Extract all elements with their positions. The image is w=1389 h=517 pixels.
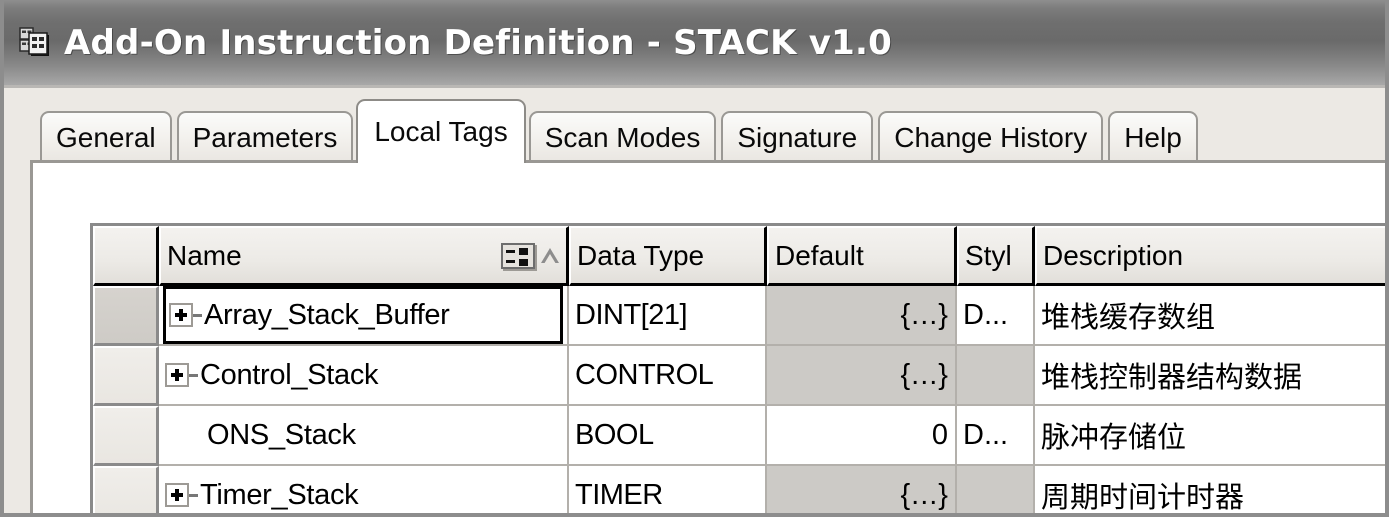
column-header-default[interactable]: Default [767, 226, 957, 286]
default-value: {...} [900, 298, 949, 331]
cell-name[interactable]: Timer_Stack [159, 466, 569, 513]
cell-data-type[interactable]: TIMER [569, 466, 767, 513]
cell-data-type[interactable]: BOOL [569, 406, 767, 466]
name-cell-content: Control_Stack [165, 346, 561, 404]
tab-label: Change History [894, 122, 1088, 153]
description-value: 脉冲存储位 [1041, 420, 1187, 454]
cell-description[interactable]: 堆栈缓存数组 [1035, 286, 1385, 346]
table-row[interactable]: Timer_Stack TIMER {...} 周期时间计时器 [93, 466, 1385, 514]
cell-default[interactable]: {...} [767, 346, 957, 406]
tree-dash-icon [189, 493, 198, 497]
sort-ascending-icon[interactable] [540, 245, 560, 267]
tab-label: General [56, 122, 156, 153]
table-row[interactable]: Control_Stack CONTROL {...} 堆栈控制器结构数据 [93, 346, 1385, 406]
description-value: 堆栈缓存数组 [1041, 300, 1216, 334]
tag-name: Control_Stack [200, 358, 379, 391]
cell-name[interactable]: Control_Stack [159, 346, 569, 406]
default-value: 0 [931, 418, 949, 451]
tab-change-history[interactable]: Change History [878, 111, 1104, 163]
data-type-value: CONTROL [575, 358, 714, 391]
expand-plus-icon[interactable] [169, 303, 193, 327]
cell-default[interactable]: {...} [767, 466, 957, 513]
cell-default[interactable]: 0 [767, 406, 957, 466]
expand-plus-icon[interactable] [165, 363, 189, 387]
local-tags-panel: Name Data Type Default Styl Description … [30, 160, 1385, 514]
description-value: 堆栈控制器结构数据 [1041, 360, 1303, 394]
cell-data-type[interactable]: CONTROL [569, 346, 767, 406]
window-title: Add-On Instruction Definition - STACK v1… [64, 22, 892, 63]
group-columns-icon[interactable] [501, 242, 535, 269]
row-selector-button[interactable] [93, 286, 159, 346]
cell-data-type[interactable]: DINT[21] [569, 286, 767, 346]
style-value: D... [963, 298, 1009, 331]
tree-dash-icon [193, 313, 202, 317]
grid-header-row: Name Data Type Default Styl Description [93, 226, 1385, 286]
table-row[interactable]: ONS_Stack BOOL 0 D... 脉冲存储位 [93, 406, 1385, 466]
tab-label: Help [1124, 122, 1182, 153]
name-header-icons [501, 242, 560, 269]
tab-signature[interactable]: Signature [721, 111, 874, 163]
data-type-value: TIMER [575, 478, 663, 511]
tag-name: ONS_Stack [207, 418, 356, 451]
tab-label: Signature [737, 122, 858, 153]
tab-parameters[interactable]: Parameters [176, 111, 354, 163]
style-value: D... [963, 418, 1009, 451]
tab-local-tags[interactable]: Local Tags [356, 99, 526, 163]
cell-default[interactable]: {...} [767, 286, 957, 346]
window-titlebar: Add-On Instruction Definition - STACK v1… [4, 0, 1385, 88]
data-type-value: DINT[21] [575, 298, 688, 331]
tab-help[interactable]: Help [1108, 111, 1198, 163]
column-header-style[interactable]: Styl [957, 226, 1035, 286]
cell-description[interactable]: 脉冲存储位 [1035, 406, 1385, 466]
column-header-name[interactable]: Name [159, 226, 569, 286]
cell-style[interactable] [957, 346, 1035, 406]
column-header-label: Name [167, 239, 242, 271]
tab-strip: General Parameters Local Tags Scan Modes… [8, 91, 1385, 163]
cell-name[interactable]: ONS_Stack [159, 406, 569, 466]
cell-description[interactable]: 周期时间计时器 [1035, 466, 1385, 514]
cell-name[interactable]: Array_Stack_Buffer [159, 286, 569, 346]
tag-name: Array_Stack_Buffer [204, 298, 450, 331]
tab-label: Scan Modes [544, 122, 701, 153]
default-value: {...} [900, 478, 949, 511]
local-tags-grid: Name Data Type Default Styl Description … [90, 223, 1385, 514]
expand-plus-icon[interactable] [165, 483, 189, 507]
column-header-label: Styl [965, 239, 1012, 271]
tag-name: Timer_Stack [200, 478, 359, 511]
table-row[interactable]: Array_Stack_Buffer DINT[21] {...} D... 堆… [93, 286, 1385, 346]
name-cell-content: ONS_Stack [165, 406, 561, 464]
row-selector-button[interactable] [93, 406, 159, 466]
column-header-label: Data Type [577, 239, 705, 271]
data-type-value: BOOL [575, 418, 654, 451]
tab-label: Local Tags [374, 116, 508, 147]
tab-scan-modes[interactable]: Scan Modes [528, 111, 717, 163]
tab-label: Parameters [192, 122, 338, 153]
row-selector-button[interactable] [93, 466, 159, 513]
default-value: {...} [900, 358, 949, 391]
cell-style[interactable]: D... [957, 286, 1035, 346]
tree-dash-icon [189, 373, 198, 377]
add-on-instruction-definition-window: Add-On Instruction Definition - STACK v1… [0, 0, 1389, 517]
column-header-selector[interactable] [93, 226, 159, 286]
name-cell-content: Timer_Stack [165, 466, 561, 513]
description-value: 周期时间计时器 [1041, 480, 1245, 514]
cell-description[interactable]: 堆栈控制器结构数据 [1035, 346, 1385, 406]
add-on-instruction-icon [18, 26, 52, 60]
cell-style[interactable] [957, 466, 1035, 513]
tab-general[interactable]: General [40, 111, 172, 163]
column-header-label: Description [1043, 239, 1184, 271]
column-header-data-type[interactable]: Data Type [569, 226, 767, 286]
cell-style[interactable]: D... [957, 406, 1035, 466]
column-header-label: Default [775, 239, 864, 271]
column-header-description[interactable]: Description [1035, 226, 1385, 286]
row-selector-button[interactable] [93, 346, 159, 406]
name-cell-editor[interactable]: Array_Stack_Buffer [163, 286, 563, 344]
